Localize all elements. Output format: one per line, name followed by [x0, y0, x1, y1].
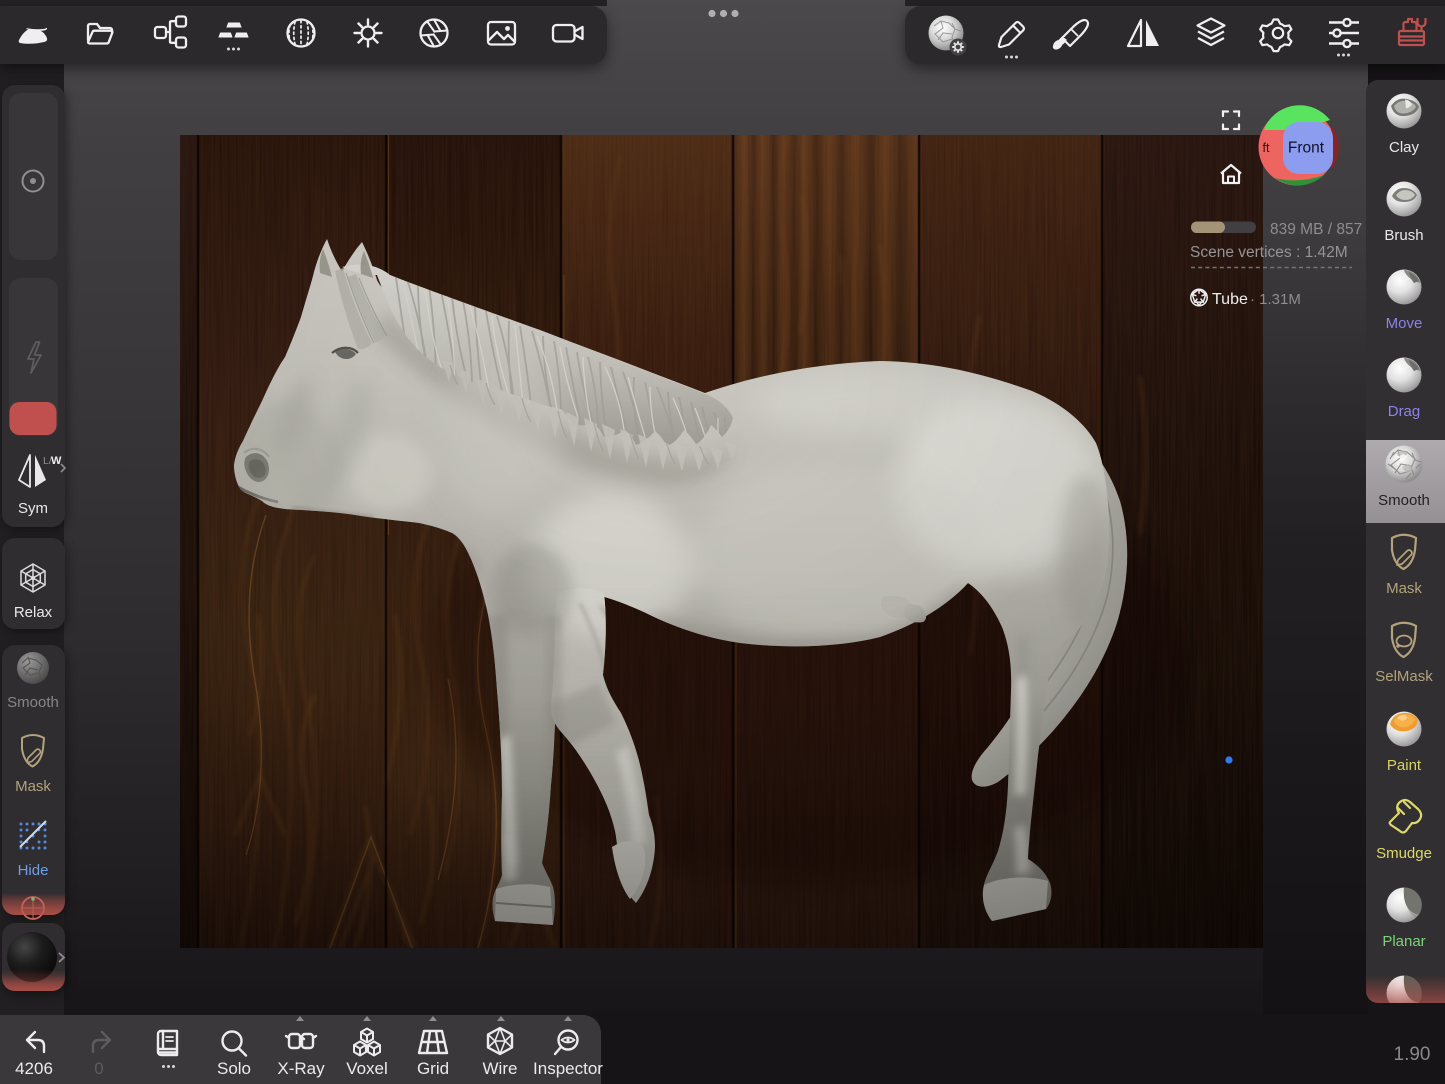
- svg-text:W: W: [51, 455, 62, 467]
- svg-text:Solo: Solo: [217, 1059, 251, 1078]
- svg-text:Smudge: Smudge: [1376, 845, 1432, 862]
- svg-text:4206: 4206: [15, 1059, 53, 1078]
- svg-text:Smooth: Smooth: [1378, 492, 1430, 509]
- svg-text:Grid: Grid: [417, 1059, 449, 1078]
- svg-text:839 MB / 857 MB: 839 MB / 857 MB: [1270, 221, 1390, 238]
- svg-text:Scene vertices : 1.42M: Scene vertices : 1.42M: [1190, 244, 1348, 261]
- svg-text:X-Ray: X-Ray: [277, 1059, 325, 1078]
- svg-text:· 1.31M: · 1.31M: [1250, 291, 1301, 308]
- svg-text:Planar: Planar: [1382, 933, 1425, 950]
- svg-text:Clay: Clay: [1389, 139, 1420, 156]
- svg-text:Hide: Hide: [18, 862, 49, 879]
- svg-text:Smooth: Smooth: [7, 694, 59, 711]
- svg-text:0: 0: [94, 1059, 103, 1078]
- svg-text:Wire: Wire: [483, 1059, 518, 1078]
- svg-text:Brush: Brush: [1384, 227, 1423, 244]
- svg-text:Inspector: Inspector: [533, 1059, 603, 1078]
- svg-text:Relax: Relax: [14, 604, 53, 621]
- svg-text:Front: Front: [1288, 140, 1325, 157]
- svg-text:Mask: Mask: [1386, 580, 1422, 597]
- svg-text:Move: Move: [1386, 315, 1423, 332]
- svg-text:SelMask: SelMask: [1375, 668, 1433, 685]
- svg-text:Paint: Paint: [1387, 757, 1422, 774]
- svg-text:Sym: Sym: [18, 500, 48, 517]
- svg-text:Tube: Tube: [1212, 291, 1248, 308]
- svg-text:Voxel: Voxel: [346, 1059, 388, 1078]
- svg-text:Drag: Drag: [1388, 403, 1421, 420]
- svg-text:ft: ft: [1263, 141, 1270, 155]
- svg-text:1.90: 1.90: [1394, 1044, 1431, 1065]
- svg-text:Mask: Mask: [15, 778, 51, 795]
